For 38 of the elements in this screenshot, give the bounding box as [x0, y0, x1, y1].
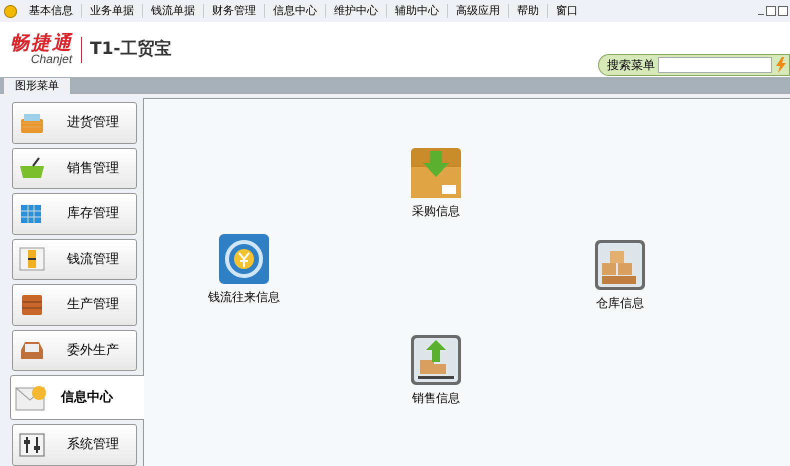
search-label: 搜索菜单	[607, 57, 655, 74]
menu-item[interactable]: 基本信息	[21, 2, 81, 20]
menu-item[interactable]: 信息中心	[265, 2, 325, 20]
node-label: 仓库信息	[596, 295, 644, 312]
sidebar-item[interactable]: 库存管理	[12, 193, 137, 234]
sidebar-item[interactable]: 信息中心	[10, 375, 144, 420]
sidebar-item[interactable]: 进货管理	[12, 102, 137, 144]
diagram-node[interactable]: 销售信息	[410, 334, 462, 407]
boxes-icon	[594, 239, 646, 291]
sidebar-item[interactable]: 钱流管理	[12, 238, 137, 280]
diagram-node[interactable]: 仓库信息	[594, 239, 646, 312]
node-label: 采购信息	[412, 203, 460, 220]
basket-icon	[19, 156, 45, 180]
app-icon	[4, 4, 17, 18]
brand-name: 畅捷通	[10, 34, 73, 53]
brand-name-latin: Chanjet	[30, 53, 72, 65]
diagram-node[interactable]: 钱流往来信息	[208, 233, 280, 306]
menu-item[interactable]: 高级应用	[448, 2, 508, 20]
tab[interactable]: 图形菜单	[4, 78, 70, 94]
drawer-icon	[19, 292, 45, 317]
menu-item[interactable]: 财务管理	[204, 2, 264, 20]
menu-item[interactable]: 维护中心	[326, 2, 386, 20]
menu-item[interactable]: 窗口	[548, 2, 586, 20]
sidebar-item[interactable]: 委外生产	[12, 330, 137, 371]
diagram-node[interactable]: 采购信息	[410, 147, 462, 220]
node-label: 钱流往来信息	[208, 289, 280, 306]
sliders-icon	[19, 433, 45, 458]
menu-item[interactable]: 辅助中心	[387, 2, 447, 20]
search-field[interactable]	[658, 57, 772, 73]
sidebar-item[interactable]: 系统管理	[12, 424, 137, 466]
yen-cycle-icon	[218, 233, 270, 285]
sidebar-item[interactable]: 生产管理	[12, 284, 137, 326]
menu-item[interactable]: 业务单据	[82, 2, 142, 20]
product-name: T1-工贸宝	[90, 38, 172, 61]
node-label: 销售信息	[412, 390, 460, 407]
sidebar-item[interactable]: 销售管理	[12, 148, 137, 189]
menu-item[interactable]: 帮助	[509, 2, 547, 20]
menu-item[interactable]: 钱流单据	[143, 2, 203, 20]
